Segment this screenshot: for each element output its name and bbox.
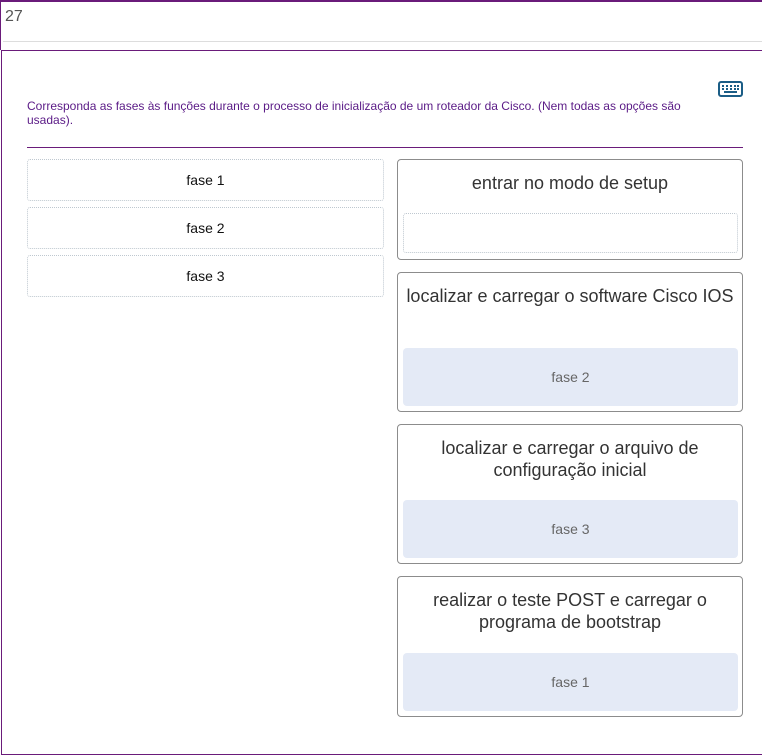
instruction-separator xyxy=(27,147,743,148)
target-label: realizar o teste POST e carregar o progr… xyxy=(433,590,707,632)
drop-zone-answer[interactable]: fase 2 xyxy=(403,348,738,406)
question-instruction: Corresponda as fases às funções durante … xyxy=(27,99,681,127)
target-label: localizar e carregar o software Cisco IO… xyxy=(406,286,734,306)
match-target-post-bootstrap: realizar o teste POST e carregar o progr… xyxy=(397,576,743,717)
drop-zone-empty[interactable] xyxy=(403,213,738,253)
keyboard-icon[interactable] xyxy=(718,81,743,97)
target-label: localizar e carregar o arquivo de config… xyxy=(441,438,699,480)
question-number: 27 xyxy=(5,8,23,25)
target-label: entrar no modo de setup xyxy=(471,173,669,193)
drop-zone-answer[interactable]: fase 1 xyxy=(403,653,738,711)
draggable-option-fase-2[interactable]: fase 2 xyxy=(27,207,384,249)
drop-zone-answer[interactable]: fase 3 xyxy=(403,500,738,558)
header-divider xyxy=(3,41,762,42)
match-target-startup-config: localizar e carregar o arquivo de config… xyxy=(397,424,743,564)
match-target-setup: entrar no modo de setup xyxy=(397,159,743,260)
match-target-ios: localizar e carregar o software Cisco IO… xyxy=(397,272,743,412)
draggable-option-fase-1[interactable]: fase 1 xyxy=(27,159,384,201)
draggable-option-fase-3[interactable]: fase 3 xyxy=(27,255,384,297)
question-header: 27 xyxy=(0,0,762,50)
